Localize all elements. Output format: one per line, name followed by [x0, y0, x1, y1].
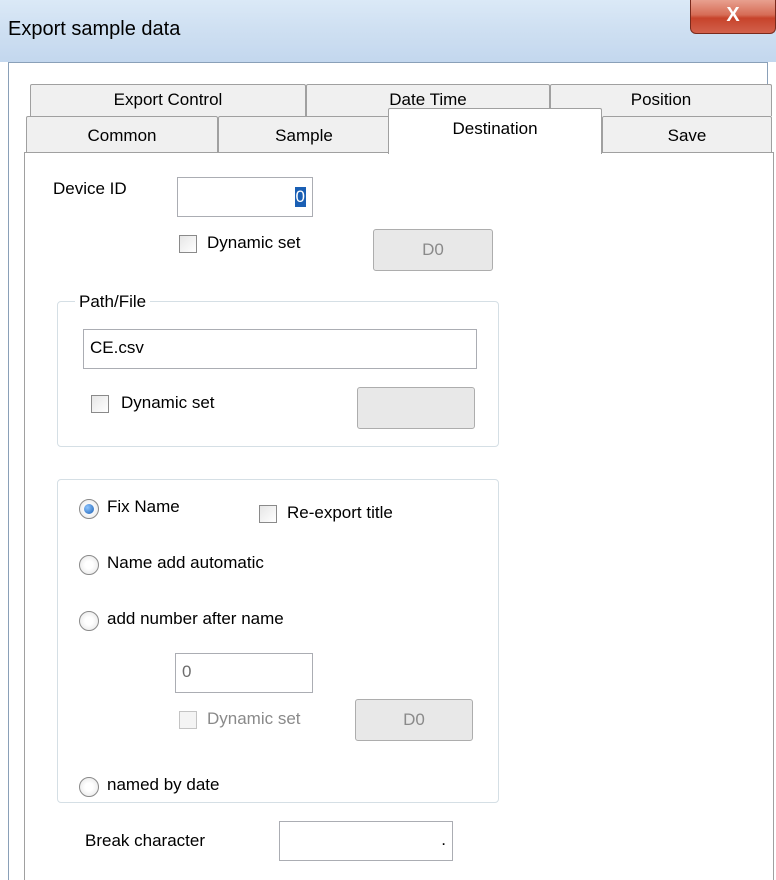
number-value: 0 — [182, 662, 192, 681]
add-number-after-name-radio[interactable] — [79, 611, 99, 631]
naming-group — [57, 479, 499, 803]
number-register-button[interactable]: D0 — [355, 699, 473, 741]
reexport-title-checkbox[interactable] — [259, 505, 277, 523]
tab-label: Sample — [275, 126, 333, 145]
add-number-after-name-label: add number after name — [107, 609, 284, 628]
device-register-button[interactable]: D0 — [373, 229, 493, 271]
tab-label: Save — [667, 126, 707, 145]
tab-label: Common — [87, 126, 157, 145]
number-dynamic-set-label: Dynamic set — [207, 709, 301, 728]
path-file-group-title: Path/File — [75, 292, 151, 312]
title-bar: Export sample data X — [0, 0, 776, 62]
device-dynamic-set-label: Dynamic set — [207, 233, 301, 252]
device-id-label: Device ID — [53, 179, 127, 198]
close-icon: X — [726, 4, 740, 26]
break-character-label: Break character — [85, 831, 205, 850]
tab-label: Destination — [452, 119, 538, 138]
name-add-automatic-radio[interactable] — [79, 555, 99, 575]
fix-name-label: Fix Name — [107, 497, 180, 516]
number-register-label: D0 — [403, 710, 425, 729]
device-register-label: D0 — [422, 240, 444, 259]
break-character-input[interactable]: . — [279, 821, 453, 861]
tab-destination[interactable]: Destination — [388, 108, 602, 154]
close-button[interactable]: X — [690, 0, 776, 34]
tab-export-control[interactable]: Export Control — [30, 84, 306, 116]
path-file-input[interactable]: CE.csv — [83, 329, 477, 369]
device-dynamic-set-checkbox[interactable] — [179, 235, 197, 253]
tab-label: Export Control — [113, 90, 223, 109]
tab-sample[interactable]: Sample — [218, 116, 390, 152]
number-input[interactable]: 0 — [175, 653, 313, 693]
number-dynamic-set-checkbox[interactable] — [179, 711, 197, 729]
tab-save[interactable]: Save — [602, 116, 772, 152]
path-dynamic-set-checkbox[interactable] — [91, 395, 109, 413]
tab-common[interactable]: Common — [26, 116, 218, 152]
fix-name-radio[interactable] — [79, 499, 99, 519]
tab-label: Date Time — [389, 90, 467, 109]
tab-label: Position — [630, 90, 692, 109]
named-by-date-radio[interactable] — [79, 777, 99, 797]
path-file-value: CE.csv — [90, 338, 144, 357]
device-id-input[interactable]: 0 — [177, 177, 313, 217]
reexport-title-label: Re-export title — [287, 503, 393, 522]
path-register-button[interactable] — [357, 387, 475, 429]
name-add-automatic-label: Name add automatic — [107, 553, 264, 572]
window-title: Export sample data — [8, 18, 181, 40]
path-dynamic-set-label: Dynamic set — [121, 393, 215, 412]
destination-panel: Device ID 0 Dynamic set D0 Path/File CE.… — [24, 152, 774, 880]
named-by-date-label: named by date — [107, 775, 220, 794]
break-character-value: . — [441, 830, 446, 849]
device-id-value: 0 — [294, 187, 306, 207]
